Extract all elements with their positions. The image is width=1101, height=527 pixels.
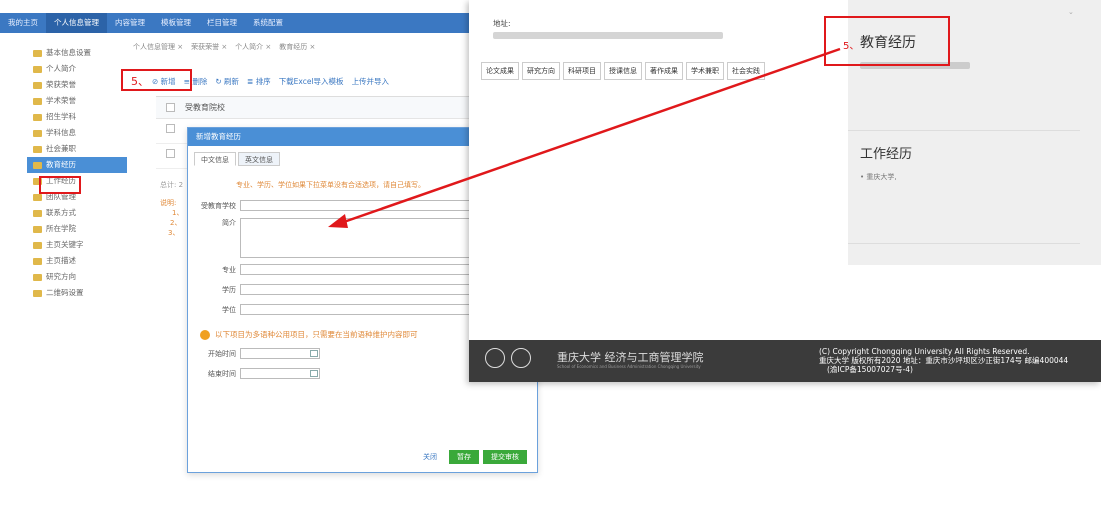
arrow-line xyxy=(337,47,841,226)
arrow-head xyxy=(328,214,348,228)
annotation-arrow xyxy=(328,47,841,228)
